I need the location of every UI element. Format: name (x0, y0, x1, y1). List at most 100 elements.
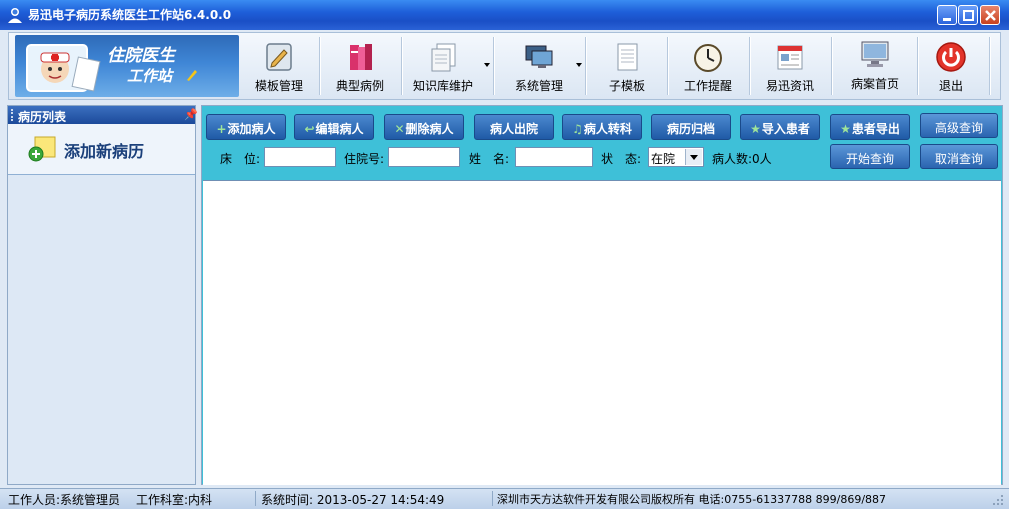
close-icon (985, 10, 996, 21)
staff-status: 工作人员:系统管理员 (8, 493, 121, 507)
star-icon: ★ (750, 122, 761, 136)
add-new-record-button[interactable]: 添加新病历 (8, 124, 195, 175)
edit-patient-label: 编辑病人 (315, 122, 364, 136)
add-new-record-label: 添加新病历 (64, 142, 145, 161)
template-manage-button[interactable]: 模板管理 (241, 35, 317, 97)
patient-list[interactable] (203, 180, 1001, 485)
name-input[interactable] (515, 147, 593, 167)
edit-patient-button[interactable]: ↩编辑病人 (294, 114, 374, 140)
page-icon (617, 43, 638, 71)
advanced-query-button[interactable]: 高级查询 (920, 113, 998, 138)
status-label: 状 态: (601, 152, 642, 166)
department-status: 工作科室:内科 (136, 493, 213, 507)
status-select-value: 在院 (651, 152, 676, 166)
main-toolbar: 住院医生 工作站 模板管理 典型病例 知识库维护 系统管理 子模板 工作提醒 易… (8, 32, 1001, 100)
home-page-label: 病案首页 (850, 77, 899, 91)
app-icon (8, 8, 22, 23)
window-title: 易迅电子病历系统医生工作站6.4.0.0 (28, 8, 232, 22)
plus-icon: + (216, 122, 227, 136)
maximize-button[interactable] (958, 5, 978, 25)
add-note-icon (28, 136, 56, 162)
start-query-button[interactable]: 开始查询 (830, 144, 910, 169)
record-list-body (8, 175, 195, 484)
news-button[interactable]: 易迅资讯 (751, 35, 829, 97)
transfer-icon: ♫ (572, 122, 583, 136)
typical-cases-label: 典型病例 (335, 79, 384, 93)
knowledge-base-label: 知识库维护 (412, 79, 473, 93)
power-icon (936, 42, 966, 72)
discharge-patient-button[interactable]: 病人出院 (474, 114, 554, 140)
patient-count: 病人数:0人 (712, 152, 772, 166)
name-label: 姓 名: (469, 152, 510, 166)
system-manage-label: 系统管理 (514, 79, 563, 93)
exit-button[interactable]: 退出 (919, 35, 983, 97)
admission-number-input[interactable] (388, 147, 460, 167)
workstation-banner: 住院医生 工作站 (15, 35, 239, 97)
cancel-query-button[interactable]: 取消查询 (920, 144, 998, 169)
title-bar: 易迅电子病历系统医生工作站6.4.0.0 (0, 0, 1009, 30)
doctor-logo-icon (26, 44, 101, 92)
knowledge-base-button[interactable]: 知识库维护 (405, 35, 481, 97)
app-window: 易迅电子病历系统医生工作站6.4.0.0 住院医生 工作站 模板管理 典型病例 … (0, 0, 1009, 509)
cancel-query-label: 取消查询 (934, 152, 983, 166)
pencil-icon (187, 70, 197, 81)
books-icon (350, 44, 372, 70)
import-patient-button[interactable]: ★导入患者 (740, 114, 820, 140)
work-reminder-button[interactable]: 工作提醒 (669, 35, 747, 97)
export-patient-button[interactable]: ★患者导出 (830, 114, 910, 140)
copyright-info: 深圳市天方达软件开发有限公司版权所有 电话:0755-61337788 899/… (497, 493, 887, 506)
star-icon: ★ (840, 122, 851, 136)
status-select[interactable]: 在院 (648, 147, 704, 167)
pin-icon[interactable]: 📌 (184, 108, 198, 121)
patient-management-area: +添加病人 ↩编辑病人 ✕删除病人 病人出院 ♫病人转科 病历归档 ★导入患者 … (201, 105, 1003, 485)
archive-record-label: 病历归档 (666, 122, 715, 136)
bed-label: 床 位: (220, 152, 261, 166)
template-edit-icon (266, 43, 292, 71)
resize-grip-icon[interactable] (992, 494, 1004, 506)
archive-record-button[interactable]: 病历归档 (651, 114, 731, 140)
bed-input[interactable] (264, 147, 336, 167)
work-reminder-label: 工作提醒 (683, 79, 732, 93)
banner-title: 住院医生 (107, 46, 175, 66)
system-manage-button[interactable]: 系统管理 (499, 35, 579, 97)
record-list-panel: 病历列表 📌 添加新病历 (7, 105, 198, 485)
home-page-button[interactable]: 病案首页 (835, 35, 915, 97)
knowledge-base-dropdown-arrow[interactable] (484, 63, 490, 67)
documents-icon (431, 43, 456, 72)
exit-label: 退出 (938, 79, 963, 93)
news-label: 易迅资讯 (765, 79, 814, 93)
computer-icon (861, 41, 889, 67)
panel-grip (11, 109, 15, 121)
import-patient-label: 导入患者 (761, 122, 810, 136)
edit-icon: ↩ (304, 122, 315, 136)
monitors-icon (525, 45, 553, 68)
add-patient-label: 添加病人 (227, 122, 276, 136)
add-patient-button[interactable]: +添加病人 (206, 114, 286, 140)
clock-icon (694, 44, 722, 72)
minimize-button[interactable] (937, 5, 957, 25)
delete-patient-label: 删除病人 (405, 122, 454, 136)
newspaper-icon (777, 45, 803, 70)
transfer-patient-button[interactable]: ♫病人转科 (562, 114, 642, 140)
delete-icon: ✕ (394, 122, 405, 136)
minimize-icon (943, 18, 951, 21)
record-list-title: 病历列表 (18, 110, 67, 124)
template-manage-label: 模板管理 (254, 79, 303, 93)
start-query-label: 开始查询 (845, 152, 894, 166)
export-patient-label: 患者导出 (851, 122, 900, 136)
status-bar: 工作人员:系统管理员 工作科室:内科 系统时间: 2013-05-27 14:5… (0, 488, 1009, 509)
system-manage-dropdown-arrow[interactable] (576, 63, 582, 67)
system-time: 系统时间: 2013-05-27 14:54:49 (261, 493, 445, 507)
banner-subtitle: 工作站 (127, 67, 173, 85)
close-button[interactable] (980, 5, 1000, 25)
delete-patient-button[interactable]: ✕删除病人 (384, 114, 464, 140)
typical-cases-button[interactable]: 典型病例 (321, 35, 399, 97)
admission-number-label: 住院号: (344, 152, 385, 166)
maximize-icon (963, 10, 974, 21)
chevron-down-icon[interactable] (685, 149, 702, 165)
transfer-patient-label: 病人转科 (583, 122, 632, 136)
sub-template-label: 子模板 (608, 79, 645, 93)
record-list-header: 病历列表 📌 (8, 106, 198, 124)
sub-template-button[interactable]: 子模板 (589, 35, 665, 97)
discharge-patient-label: 病人出院 (489, 122, 538, 136)
